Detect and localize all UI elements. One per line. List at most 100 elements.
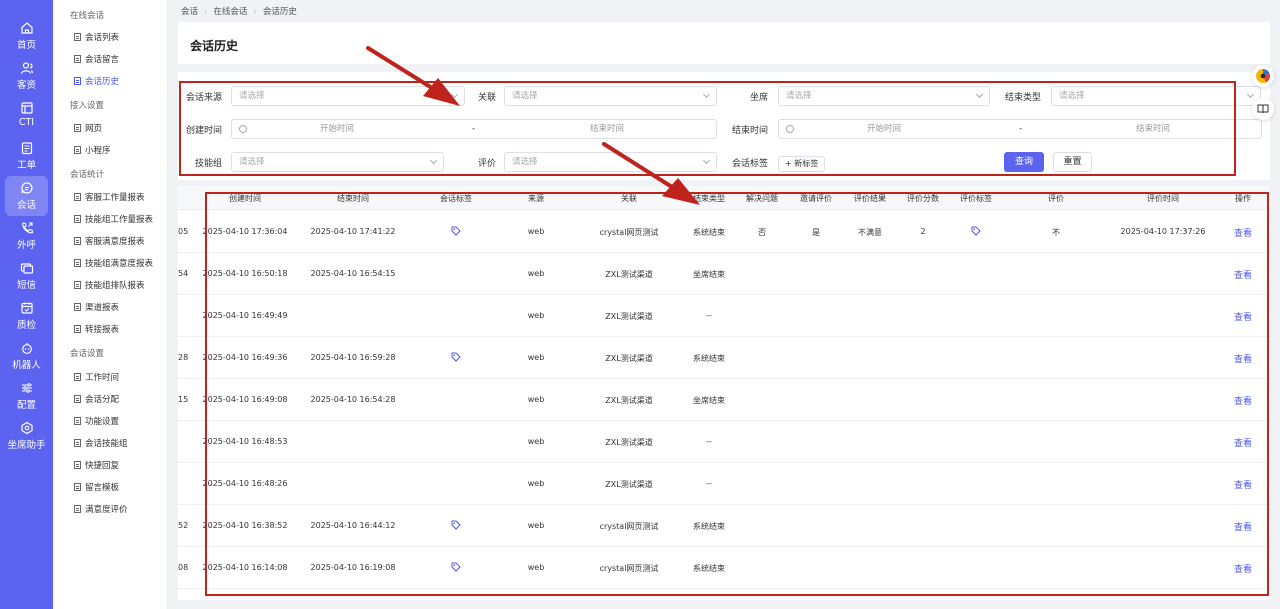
nav-label: 坐席助手	[7, 440, 46, 451]
submenu-item-stat-4[interactable]: 技能组满意度报表	[74, 257, 153, 269]
book-icon	[1257, 104, 1269, 114]
submenu-item-label: 功能设置	[85, 417, 120, 427]
settings-sliders-icon	[21, 383, 32, 393]
cell-id-fragment: 15	[178, 395, 189, 404]
submenu-item-label: 会话列表	[85, 33, 120, 43]
breadcrumb-item[interactable]: 在线会话	[213, 7, 247, 17]
robot-icon	[21, 343, 32, 354]
nav-label: 首页	[16, 40, 36, 51]
submenu-item-stat-5[interactable]: 技能组排队报表	[74, 279, 145, 291]
submenu-item-set-4[interactable]: 会话技能组	[74, 437, 128, 449]
submenu-item-label: 技能组满意度报表	[85, 259, 154, 269]
annotation-box-table	[205, 192, 1269, 596]
nav-item-customers[interactable]: 客资	[0, 56, 53, 96]
submenu-item-session-history[interactable]: 会话历史	[74, 75, 119, 87]
ticket-icon	[21, 142, 32, 155]
color-wheel-icon	[1256, 69, 1270, 83]
submenu-item-label: 工作时间	[85, 373, 120, 383]
document-icon	[74, 124, 81, 132]
submenu-item-set-5[interactable]: 快捷回复	[74, 459, 119, 471]
submenu-item-miniprogram[interactable]: 小程序	[74, 144, 111, 156]
submenu-item-label: 会话历史	[85, 77, 120, 87]
submenu-item-label: 技能组工作量报表	[85, 215, 154, 225]
submenu-item-stat-6[interactable]: 渠道报表	[74, 301, 119, 313]
document-icon	[74, 483, 81, 491]
nav-item-outbound[interactable]: 外呼	[0, 216, 53, 256]
document-icon	[74, 215, 81, 223]
page-title: 会话历史	[190, 39, 239, 53]
cell-id-fragment: 05	[178, 227, 189, 236]
submenu-item-label: 小程序	[85, 146, 111, 156]
nav-label: 配置	[16, 400, 36, 411]
nav-label: 短信	[16, 280, 36, 291]
phone-out-icon	[21, 222, 33, 234]
breadcrumb: 会话 › 在线会话 › 会话历史	[181, 5, 297, 17]
submenu-item-label: 渠道报表	[85, 303, 120, 313]
document-icon	[74, 417, 81, 425]
chevron-down-icon	[1246, 90, 1255, 99]
submenu-item-set-6[interactable]: 留言模板	[74, 481, 119, 493]
document-icon	[74, 259, 81, 267]
submenu-item-label: 网页	[85, 124, 103, 134]
left-nav: 首页 客资 CTI 工单 会话 外呼 短信 质检 机器人 配置 坐席助手	[0, 0, 53, 609]
nav-item-quality[interactable]: 质检	[0, 296, 53, 336]
submenu-item-label: 会话技能组	[85, 439, 128, 449]
submenu: 在线会话 会话列表 会话留言 会话历史 接入设置 网页 小程序 会话统计 客服工…	[53, 0, 168, 609]
submenu-item-web[interactable]: 网页	[74, 122, 102, 134]
cell-id-fragment: 28	[178, 353, 189, 362]
submenu-item-label: 客服工作量报表	[85, 193, 145, 203]
submenu-item-stat-3[interactable]: 客服满意度报表	[74, 235, 145, 247]
cell-id-fragment: 54	[178, 269, 189, 278]
document-icon	[74, 237, 81, 245]
nav-label: 客资	[16, 80, 36, 91]
nav-item-robot[interactable]: 机器人	[0, 336, 53, 376]
quality-icon	[20, 302, 33, 314]
title-card: 会话历史	[178, 22, 1270, 64]
chevron-right-icon: ›	[204, 7, 208, 17]
document-icon	[74, 281, 81, 289]
submenu-item-session-list[interactable]: 会话列表	[74, 31, 119, 43]
assistant-icon	[20, 421, 33, 435]
breadcrumb-item: 会话历史	[262, 7, 297, 17]
nav-label: 机器人	[12, 360, 41, 371]
document-icon	[74, 55, 81, 63]
submenu-group-access: 接入设置	[70, 101, 105, 111]
customers-icon	[20, 62, 33, 74]
submenu-item-set-3[interactable]: 功能设置	[74, 415, 119, 427]
submenu-item-stat-1[interactable]: 客服工作量报表	[74, 191, 145, 203]
nav-label: CTI	[18, 117, 35, 128]
breadcrumb-item[interactable]: 会话	[181, 7, 198, 17]
submenu-item-set-1[interactable]: 工作时间	[74, 371, 119, 383]
chat-icon	[20, 182, 33, 194]
submenu-item-session-messages[interactable]: 会话留言	[74, 53, 119, 65]
chevron-right-icon: ›	[253, 7, 257, 17]
nav-item-sms[interactable]: 短信	[0, 256, 53, 296]
submenu-item-stat-2[interactable]: 技能组工作量报表	[74, 213, 153, 225]
nav-item-tickets[interactable]: 工单	[0, 136, 53, 176]
nav-label: 外呼	[16, 240, 36, 251]
nav-item-config[interactable]: 配置	[0, 376, 53, 416]
cti-icon	[20, 102, 33, 114]
nav-item-cti[interactable]: CTI	[0, 96, 53, 136]
annotation-box-filters	[179, 81, 1236, 176]
submenu-item-label: 会话留言	[85, 55, 120, 65]
sms-icon	[20, 263, 33, 274]
document-icon	[74, 146, 81, 154]
book-button[interactable]	[1252, 98, 1274, 120]
document-icon	[74, 193, 81, 201]
nav-label: 工单	[16, 160, 36, 171]
nav-item-assistant[interactable]: 坐席助手	[0, 416, 53, 456]
cell-id-fragment: 08	[178, 563, 189, 572]
document-icon	[74, 33, 81, 41]
submenu-item-set-2[interactable]: 会话分配	[74, 393, 119, 405]
color-wheel-button[interactable]	[1252, 65, 1274, 87]
submenu-item-label: 会话分配	[85, 395, 120, 405]
submenu-item-label: 技能组排队报表	[85, 281, 145, 291]
nav-label: 质检	[16, 320, 36, 331]
submenu-item-stat-7[interactable]: 转接报表	[74, 323, 119, 335]
nav-item-home[interactable]: 首页	[0, 16, 53, 56]
submenu-item-label: 留言模板	[85, 483, 120, 493]
submenu-item-set-7[interactable]: 满意度评价	[74, 503, 128, 515]
nav-item-chat[interactable]: 会话	[5, 176, 48, 216]
submenu-group-online: 在线会话	[70, 11, 105, 21]
